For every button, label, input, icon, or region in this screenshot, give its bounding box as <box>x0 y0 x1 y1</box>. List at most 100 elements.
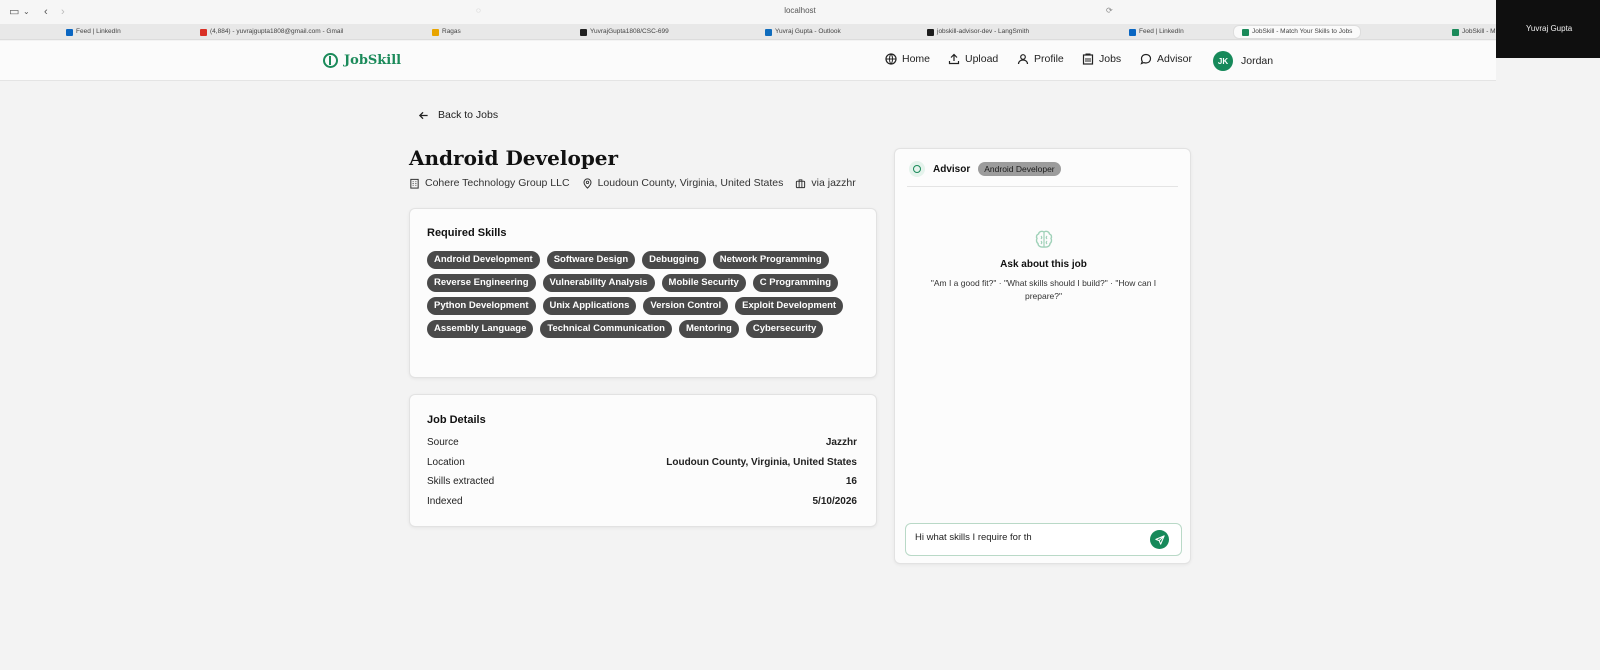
job-location: Loudoun County, Virginia, United States <box>597 177 784 189</box>
chevron-down-icon[interactable]: ⌄ <box>23 5 30 19</box>
job-source: via jazzhr <box>811 177 856 189</box>
linkedin-icon <box>66 28 73 36</box>
browser-tab[interactable]: jobskill-advisor-dev - LangSmith <box>927 25 1029 39</box>
nav-upload-label: Upload <box>965 53 999 65</box>
detail-label: Indexed <box>427 495 463 507</box>
brand-name: JobSkill <box>344 53 402 68</box>
browser-tab-label: jobskill-advisor-dev - LangSmith <box>937 28 1030 35</box>
advisor-logo-icon <box>909 161 925 177</box>
browser-tab[interactable]: JobSkill - M <box>1452 25 1496 39</box>
nav-advisor[interactable]: Advisor <box>1140 53 1192 65</box>
browser-tab-label: YuvrajGupta1808/CSC-699 <box>590 28 669 35</box>
nav-jobs[interactable]: Jobs <box>1082 53 1121 65</box>
skill-chip: Reverse Engineering <box>427 274 536 292</box>
skill-chip: Debugging <box>642 251 706 269</box>
user-icon <box>1017 54 1029 65</box>
briefcase-icon <box>796 178 806 188</box>
nav-jobs-label: Jobs <box>1099 53 1122 65</box>
skill-chip: Software Design <box>546 251 636 269</box>
user-menu[interactable]: JK Jordan <box>1213 51 1273 71</box>
divider <box>907 186 1178 187</box>
detail-value: 5/10/2026 <box>812 495 858 507</box>
back-to-jobs-link[interactable]: Back to Jobs <box>418 109 498 121</box>
browser-tab[interactable]: Feed | LinkedIn <box>1129 25 1184 39</box>
detail-row: Location Loudoun County, Virginia, United… <box>427 457 857 468</box>
building-icon <box>1082 53 1094 65</box>
job-details-card: Job Details Source Jazzhr Location Loudoun … <box>409 394 877 527</box>
nav-profile[interactable]: Profile <box>1017 53 1064 65</box>
brand-logo[interactable]: JobSkill <box>323 53 401 68</box>
skill-chip: Android Development <box>427 251 540 269</box>
browser-tab-label: Yuvraj Gupta - Outlook <box>775 28 841 35</box>
skills-title: Required Skills <box>427 227 507 239</box>
reload-icon[interactable]: ⟳ <box>1106 6 1113 15</box>
send-button[interactable] <box>1150 530 1169 549</box>
empty-state-title: Ask about this job <box>1000 259 1087 270</box>
browser-tab[interactable]: Ragas <box>432 25 461 39</box>
linkedin-icon <box>1129 28 1136 36</box>
browser-tab[interactable]: Yuvraj Gupta - Outlook <box>765 25 841 39</box>
source-meta: via jazzhr <box>795 177 856 189</box>
github-icon <box>580 28 587 36</box>
detail-label: Skills extracted <box>427 476 495 487</box>
lock-icon: ◌ <box>476 6 481 15</box>
page-title: Android Developer <box>409 146 619 170</box>
job-meta: Cohere Technology Group LLC Loudoun Coun… <box>409 177 856 189</box>
empty-state-hint: "Am I a good fit?" · "What skills should… <box>930 278 1157 301</box>
globe-icon <box>885 53 897 65</box>
outlook-icon <box>765 28 772 36</box>
company-name: Cohere Technology Group LLC <box>425 177 570 189</box>
browser-toolbar: ▭ ⌄ ‹ › ◌ localhost ⟳ <box>0 0 1600 24</box>
detail-label: Source <box>427 437 459 448</box>
chat-input[interactable] <box>915 532 1140 543</box>
browser-tab-label: Feed | LinkedIn <box>1139 28 1184 35</box>
address-bar[interactable]: localhost <box>700 6 900 15</box>
langsmith-icon <box>927 28 934 36</box>
map-pin-icon <box>583 177 592 189</box>
browser-tab-label: Feed | LinkedIn <box>76 28 121 35</box>
nav-advisor-label: Advisor <box>1157 53 1193 65</box>
user-name: Jordan <box>1241 55 1274 67</box>
skill-chip: Network Programming <box>712 251 829 269</box>
job-context-badge: Android Developer <box>978 162 1061 176</box>
ragas-icon <box>432 28 439 36</box>
browser-tab[interactable]: Feed | LinkedIn <box>66 25 121 39</box>
profile-name: Yuvraj Gupta <box>1526 24 1573 33</box>
skill-chip: Exploit Development <box>735 297 844 315</box>
location-meta: Loudoun County, Virginia, United States <box>582 177 784 189</box>
nav-home-label: Home <box>902 53 931 65</box>
detail-row: Source Jazzhr <box>427 437 857 448</box>
skill-chip: Mentoring <box>678 320 739 338</box>
required-skills-card: Required Skills Android Development Softw… <box>409 208 877 378</box>
advisor-panel: Advisor Android Developer Ask about this… <box>894 148 1191 564</box>
nav-upload[interactable]: Upload <box>948 53 998 65</box>
skill-chip: Unix Applications <box>542 297 637 315</box>
browser-tab[interactable]: YuvrajGupta1808/CSC-699 <box>580 25 669 39</box>
forward-arrow-icon[interactable]: › <box>61 5 65 19</box>
details-title: Job Details <box>427 414 486 426</box>
gmail-icon <box>200 28 207 36</box>
company-meta: Cohere Technology Group LLC <box>409 177 570 189</box>
chat-input-box <box>905 523 1182 556</box>
chat-bubble-icon <box>1140 53 1152 65</box>
back-arrow-icon[interactable]: ‹ <box>44 5 48 19</box>
detail-value: Jazzhr <box>825 437 857 448</box>
detail-value: Loudoun County, Virginia, United States <box>666 456 857 468</box>
detail-row: Indexed 5/10/2026 <box>427 496 857 507</box>
advisor-header: Advisor Android Developer <box>909 161 1061 177</box>
skill-chip: Assembly Language <box>427 320 534 338</box>
skill-chip: Version Control <box>643 297 729 315</box>
browser-tab[interactable]: JobSkill - Match Your Skills to Jobs <box>1233 25 1362 39</box>
skill-chip: Python Development <box>427 297 536 315</box>
sidebar-toggle-icon[interactable]: ▭ <box>9 5 19 19</box>
skill-chip: Mobile Security <box>661 274 746 292</box>
arrow-left-icon <box>418 111 428 119</box>
jobskill-icon <box>1452 28 1459 36</box>
nav-profile-label: Profile <box>1034 53 1064 65</box>
detail-value: 16 <box>845 476 857 487</box>
browser-tab[interactable]: (4,884) - yuvrajgupta1808@gmail.com - Gm… <box>200 25 343 39</box>
nav-home[interactable]: Home <box>885 53 930 65</box>
brain-logo-icon <box>323 53 338 68</box>
jobskill-icon <box>1242 28 1249 36</box>
upload-icon <box>948 53 960 65</box>
